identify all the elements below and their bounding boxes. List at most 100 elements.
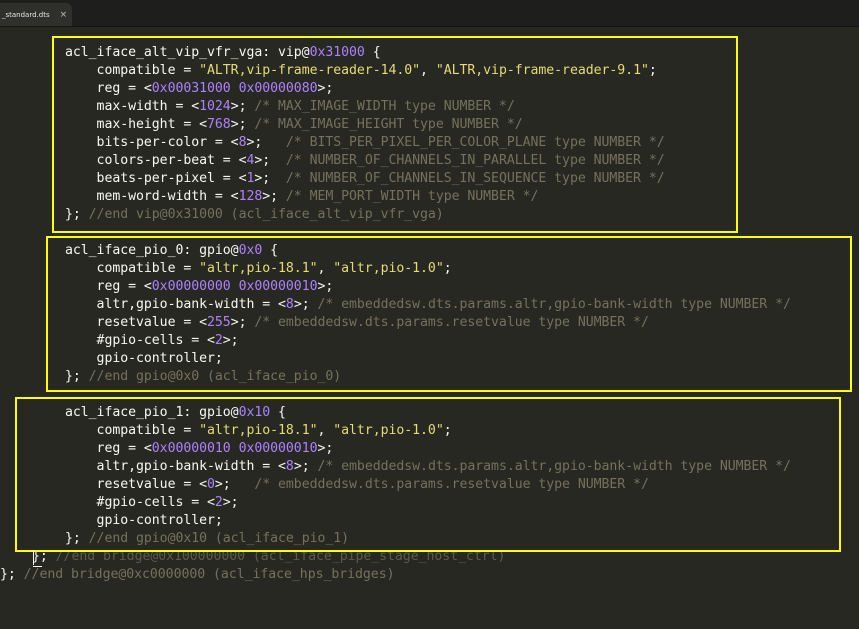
code-token: 128 (238, 189, 263, 204)
code-token: "altr,pio-1.0" (333, 423, 444, 438)
code-line[interactable]: altr,gpio-bank-width = <8>; /* embeddeds… (65, 458, 791, 476)
code-token: { (262, 243, 279, 258)
code-token: /* NUMBER_OF_CHANNELS_IN_SEQUENCE type N… (285, 171, 665, 186)
code-token: //end bridge@0x100000000 (acl_iface_pipe… (47, 549, 506, 564)
code-token: 0x00000000 0x00000010 (151, 279, 318, 294)
code-line[interactable]: reg = <0x00031000 0x00000080>; (65, 80, 334, 98)
code-token: }; (0, 567, 24, 582)
code-line[interactable]: colors-per-beat = <4>; /* NUMBER_OF_CHAN… (65, 152, 665, 170)
code-line[interactable]: acl_iface_pio_0: gpio@0x0 { (65, 242, 278, 260)
code-line[interactable]: }; //end gpio@0x0 (acl_iface_pio_0) (65, 368, 341, 386)
code-token: /* MEM_PORT_WIDTH type NUMBER */ (285, 189, 539, 204)
code-token: compatible = (65, 261, 200, 276)
code-token: acl_iface_pio_0: gpio@ (65, 243, 239, 258)
code-token: /* NUMBER_OF_CHANNELS_IN_PARALLEL type N… (285, 153, 665, 168)
code-token: >; (262, 189, 286, 204)
code-token: "ALTR,vip-frame-reader-14.0" (199, 63, 421, 78)
code-token: 2 (214, 495, 223, 510)
code-line[interactable]: max-width = <1024>; /* MAX_IMAGE_WIDTH t… (65, 98, 515, 116)
text-cursor (33, 550, 34, 565)
file-tab[interactable]: _standard.dts × (0, 3, 72, 26)
code-token: /* embeddedsw.dts.params.resetvalue type… (254, 477, 649, 492)
code-line[interactable]: bits-per-color = <8>; /* BITS_PER_PIXEL_… (65, 134, 665, 152)
code-token: >; (293, 297, 318, 312)
code-line[interactable]: reg = <0x00000010 0x00000010>; (65, 440, 334, 458)
code-token: bits-per-color = < (65, 135, 239, 150)
tab-title: _standard.dts (2, 10, 50, 19)
code-token: >; (254, 153, 286, 168)
code-token: 8 (285, 459, 294, 474)
code-token: reg = < (65, 279, 152, 294)
code-token: acl_iface_pio_1: gpio@ (65, 405, 239, 420)
code-line[interactable]: reg = <0x00000000 0x00000010>; (65, 278, 334, 296)
code-token: ; (443, 261, 452, 276)
code-token: acl_iface_alt_vip_vfr_vga: vip@ (65, 45, 310, 60)
code-token: ; (443, 423, 452, 438)
code-token: altr,gpio-bank-width = < (65, 459, 286, 474)
code-line[interactable]: acl_iface_pio_1: gpio@0x10 { (65, 404, 286, 422)
code-token: >; (222, 495, 239, 510)
code-line[interactable]: acl_iface_alt_vip_vfr_vga: vip@0x31000 { (65, 44, 381, 62)
code-editor[interactable]: acl_iface_alt_vip_vfr_vga: vip@0x31000 {… (0, 26, 859, 629)
code-token: { (364, 45, 381, 60)
code-token: max-height = < (65, 117, 208, 132)
code-line[interactable]: max-height = <768>; /* MAX_IMAGE_HEIGHT … (65, 116, 523, 134)
code-token: /* embeddedsw.dts.params.altr,gpio-bank-… (317, 459, 791, 474)
code-line[interactable]: gpio-controller; (65, 512, 223, 530)
code-token: >; (222, 333, 239, 348)
code-token: }; (65, 369, 89, 384)
code-token: //end vip@0x31000 (acl_iface_alt_vip_vfr… (88, 207, 444, 222)
code-token: 2 (214, 333, 223, 348)
code-line[interactable]: compatible = "altr,pio-18.1", "altr,pio-… (65, 260, 452, 278)
code-token: "altr,pio-18.1" (199, 423, 318, 438)
code-token: }; (32, 549, 48, 564)
code-line[interactable]: #gpio-cells = <2>; (65, 332, 239, 350)
code-line[interactable]: mem-word-width = <128>; /* MEM_PORT_WIDT… (65, 188, 539, 206)
code-token: ; (648, 63, 657, 78)
code-token: >; (230, 315, 255, 330)
code-token: >; (293, 459, 318, 474)
code-token: 0x0 (238, 243, 263, 258)
code-token: }; (65, 207, 89, 222)
code-line[interactable]: compatible = "ALTR,vip-frame-reader-14.0… (65, 62, 657, 80)
code-token: /* BITS_PER_PIXEL_PER_COLOR_PLANE type N… (285, 135, 665, 150)
code-line[interactable]: }; //end bridge@0x100000000 (acl_iface_p… (32, 548, 505, 566)
code-line[interactable]: }; //end gpio@0x10 (acl_iface_pio_1) (65, 530, 349, 548)
code-token: 0 (207, 477, 215, 492)
code-line[interactable]: compatible = "altr,pio-18.1", "altr,pio-… (65, 422, 452, 440)
code-token: , (420, 63, 436, 78)
code-token: , (317, 261, 334, 276)
code-token: 0x10 (238, 405, 271, 420)
code-token: compatible = (65, 63, 200, 78)
code-line[interactable]: altr,gpio-bank-width = <8>; /* embeddeds… (65, 296, 791, 314)
tab-bar: _standard.dts × (0, 0, 859, 27)
code-token: 1024 (199, 99, 231, 114)
code-line[interactable]: resetvalue = <0>; /* embeddedsw.dts.para… (65, 476, 649, 494)
code-token: >; (317, 279, 334, 294)
close-icon[interactable]: × (60, 10, 68, 20)
code-token: beats-per-pixel = < (65, 171, 247, 186)
code-token: 768 (207, 117, 231, 132)
code-token: }; (65, 531, 89, 546)
code-line[interactable]: gpio-controller; (65, 350, 223, 368)
code-line[interactable]: #gpio-cells = <2>; (65, 494, 239, 512)
code-token: /* embeddedsw.dts.params.resetvalue type… (254, 315, 649, 330)
code-token: compatible = (65, 423, 200, 438)
code-token: resetvalue = < (65, 315, 208, 330)
code-token: mem-word-width = < (65, 189, 239, 204)
code-line[interactable]: beats-per-pixel = <1>; /* NUMBER_OF_CHAN… (65, 170, 665, 188)
code-token: #gpio-cells = < (65, 495, 215, 510)
code-token: //end gpio@0x0 (acl_iface_pio_0) (88, 369, 342, 384)
code-token: gpio-controller; (65, 513, 223, 528)
code-line[interactable]: }; //end vip@0x31000 (acl_iface_alt_vip_… (65, 206, 444, 224)
code-token: //end bridge@0xc0000000 (acl_iface_hps_b… (23, 567, 395, 582)
code-token: altr,gpio-bank-width = < (65, 297, 286, 312)
code-token: 0x00000010 0x00000010 (151, 441, 318, 456)
code-token: 0x31000 (309, 45, 365, 60)
code-token: 0x00031000 0x00000080 (151, 81, 318, 96)
code-line[interactable]: resetvalue = <255>; /* embeddedsw.dts.pa… (65, 314, 649, 332)
code-line[interactable]: }; //end bridge@0xc0000000 (acl_iface_hp… (0, 566, 395, 584)
code-token: >; (254, 171, 286, 186)
code-token: { (270, 405, 286, 420)
code-token: colors-per-beat = < (65, 153, 247, 168)
